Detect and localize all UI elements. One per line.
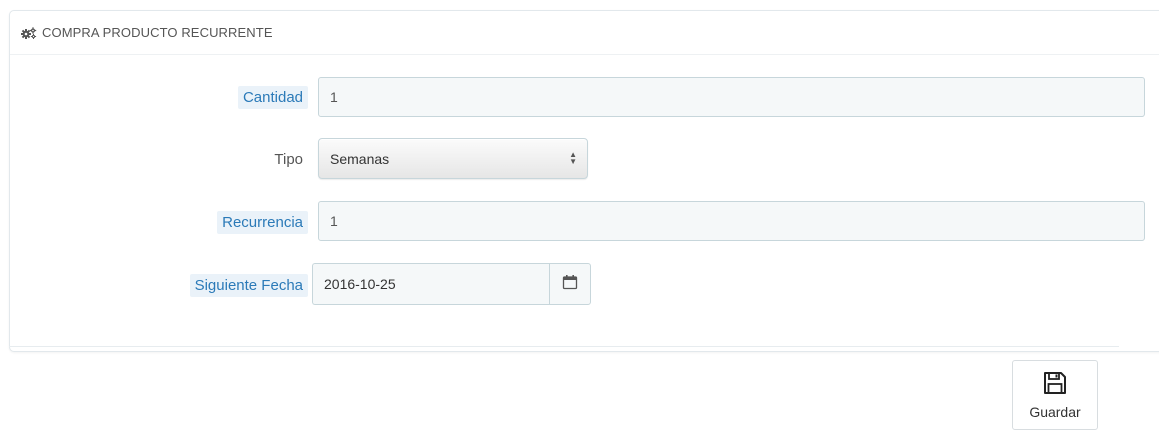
panel-title: COMPRA PRODUCTO RECURRENTE [42,25,273,40]
floppy-disk-icon [1042,370,1068,401]
panel-footer-divider [9,346,1119,347]
calendar-button[interactable] [549,263,591,305]
cogs-icon [21,26,37,39]
siguiente-fecha-label-cell: Siguiente Fecha [0,268,308,304]
tipo-select[interactable]: Semanas ▲ ▼ [318,138,588,179]
siguiente-fecha-group: 2016-10-25 [312,263,591,305]
save-button[interactable]: Guardar [1012,360,1098,430]
panel-heading: COMPRA PRODUCTO RECURRENTE [10,11,1159,55]
tipo-label: Tipo [274,151,303,168]
tipo-selected-value: Semanas [330,150,390,167]
siguiente-fecha-label[interactable]: Siguiente Fecha [189,274,308,297]
select-arrows-icon: ▲ ▼ [569,150,577,166]
recurrencia-value: 1 [330,213,338,229]
calendar-icon [562,274,578,295]
save-button-label: Guardar [1029,404,1081,420]
cantidad-label-cell: Cantidad [0,80,308,116]
recurrencia-input[interactable]: 1 [318,201,1145,241]
recurrencia-label-cell: Recurrencia [0,205,308,241]
cantidad-value: 1 [330,89,338,105]
recurrencia-label[interactable]: Recurrencia [217,211,308,234]
cantidad-label[interactable]: Cantidad [237,86,308,109]
siguiente-fecha-value: 2016-10-25 [324,276,396,292]
tipo-label-cell: Tipo [0,142,308,178]
cantidad-input[interactable]: 1 [318,77,1145,117]
siguiente-fecha-input[interactable]: 2016-10-25 [312,263,549,305]
